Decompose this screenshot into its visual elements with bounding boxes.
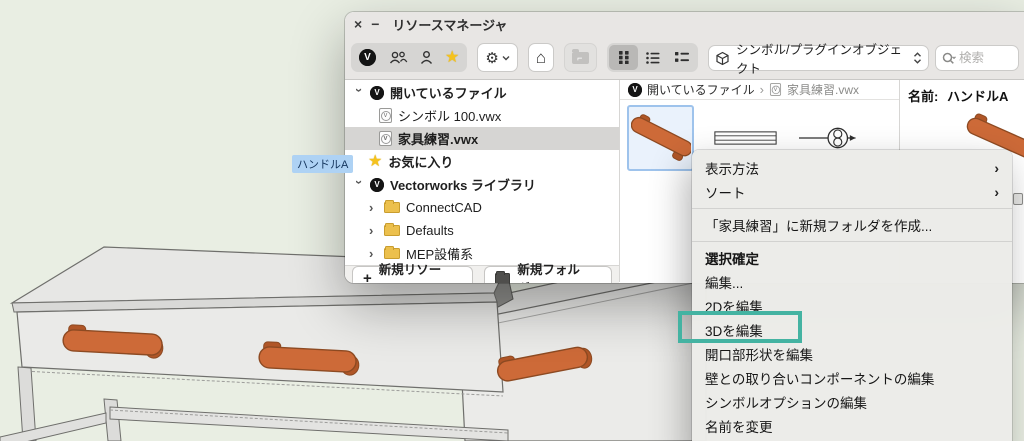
menu-item-edit-opening-shape[interactable]: 開口部形状を編集 (692, 342, 1012, 366)
menu-item-create-folder[interactable]: 「家具練習」に新規フォルダを作成... (692, 213, 1012, 237)
chevron-expanded-icon[interactable]: › (352, 88, 367, 97)
resource-type-label: シンボル/プラグインオブジェクト (736, 39, 907, 77)
plus-icon: + (363, 270, 372, 284)
tree-item-label: ConnectCAD (406, 200, 482, 215)
close-icon[interactable]: × (354, 17, 362, 31)
folder-icon (384, 248, 400, 259)
updown-chevrons-icon (913, 52, 922, 64)
sidebar-item-open-files[interactable]: › V 開いているファイル (345, 81, 619, 104)
workgroup-libraries-icon[interactable] (388, 50, 408, 65)
new-resource-button[interactable]: + 新規リソース... (352, 266, 473, 283)
grid-view-icon (618, 51, 630, 64)
resource-type-dropdown[interactable]: シンボル/プラグインオブジェクト (708, 45, 929, 71)
search-icon (942, 52, 956, 65)
tree-item-label: 開いているファイル (390, 83, 507, 102)
breadcrumb: V 開いているファイル › 家具練習.vwx (620, 80, 899, 100)
vwx-file-icon (379, 108, 392, 123)
tree-footer-bar: + 新規リソース... 新規フォルダ... (345, 265, 619, 283)
source-filter-group: V ★ (351, 43, 467, 72)
folder-up-icon: ⌐ (572, 52, 589, 64)
menu-separator (692, 208, 1012, 209)
new-folder-label: 新規フォルダ... (517, 259, 601, 283)
minimize-icon[interactable]: − (371, 17, 379, 31)
chevron-right-icon: › (994, 184, 999, 200)
sidebar-item-kagu-renshu-file[interactable]: 家具練習.vwx (345, 127, 619, 150)
view-mode-list[interactable] (638, 45, 667, 70)
chevron-collapsed-icon[interactable]: › (369, 246, 378, 261)
vwx-file-icon (379, 131, 392, 146)
chevron-expanded-icon[interactable]: › (352, 180, 367, 189)
partial-resource-icon (1013, 193, 1023, 205)
window-titlebar[interactable]: × − リソースマネージャ (345, 12, 1024, 36)
view-mode-thumbnails[interactable] (609, 45, 638, 70)
sidebar-item-favorites[interactable]: ★ お気に入り (345, 150, 619, 173)
symbol-2d-lines-preview (714, 128, 777, 148)
search-field[interactable] (935, 45, 1019, 71)
symbol-thumb-handle-a[interactable] (627, 105, 694, 171)
vectorworks-icon: V (370, 178, 384, 192)
menu-separator (692, 241, 1012, 242)
chevron-collapsed-icon[interactable]: › (369, 200, 378, 215)
name-value: ハンドルA (947, 89, 1008, 104)
annotation-highlight (678, 311, 802, 343)
view-mode-segmented-control (607, 43, 698, 72)
detail-view-icon (675, 52, 689, 63)
menu-item-rename[interactable]: 名前を変更 (692, 414, 1012, 438)
vwx-file-icon (770, 83, 781, 96)
menu-item-sort[interactable]: ソート › (692, 180, 1012, 204)
home-icon: ⌂ (536, 48, 546, 68)
star-icon: ★ (368, 154, 382, 170)
toolbar: V ★ ⚙ ⌂ (345, 36, 1024, 80)
list-view-icon (646, 52, 660, 64)
new-folder-button[interactable]: 新規フォルダ... (484, 266, 612, 283)
home-button[interactable]: ⌂ (528, 43, 554, 72)
window-title: リソースマネージャ (392, 15, 507, 34)
tree-item-label: Defaults (406, 223, 454, 238)
menu-item-edit-symbol-options[interactable]: シンボルオプションの編集 (692, 390, 1012, 414)
menu-item-view-options[interactable]: 表示方法 › (692, 156, 1012, 180)
chevron-down-icon (502, 55, 510, 61)
symbol-name-tag[interactable]: ハンドルA (292, 155, 353, 173)
vectorworks-icon: V (370, 86, 384, 100)
sidebar-item-defaults[interactable]: › Defaults (345, 219, 619, 242)
file-tree-pane: › V 開いているファイル シンボル 100.vwx 家具練習.vwx ★ (345, 80, 620, 282)
gear-icon: ⚙ (485, 49, 498, 67)
chevron-collapsed-icon[interactable]: › (369, 223, 378, 238)
sidebar-item-connectcad[interactable]: › ConnectCAD (345, 196, 619, 219)
tree-item-label: Vectorworks ライブラリ (390, 175, 536, 194)
name-label: 名前: (908, 89, 938, 104)
new-resource-label: 新規リソース... (379, 259, 462, 283)
folder-icon (384, 225, 400, 236)
breadcrumb-file[interactable]: 家具練習.vwx (787, 81, 859, 98)
view-mode-details[interactable] (667, 45, 696, 70)
folder-up-button[interactable]: ⌐ (564, 43, 597, 72)
context-menu: 表示方法 › ソート › 「家具練習」に新規フォルダを作成... 選択確定 編集… (692, 150, 1012, 441)
file-tree: › V 開いているファイル シンボル 100.vwx 家具練習.vwx ★ (345, 80, 619, 265)
tree-item-label: 家具練習.vwx (398, 129, 478, 148)
search-input[interactable] (959, 51, 1007, 65)
tree-item-label: シンボル 100.vwx (398, 106, 501, 125)
settings-button[interactable]: ⚙ (477, 43, 517, 72)
menu-item-edit-wall-component[interactable]: 壁との取り合いコンポーネントの編集 (692, 366, 1012, 390)
new-folder-icon (495, 273, 511, 284)
tree-item-label: お気に入り (388, 152, 453, 171)
chevron-right-icon: › (994, 160, 999, 176)
breadcrumb-chevron-icon: › (760, 82, 764, 97)
symbol-3d-handle-preview (631, 109, 691, 167)
vectorworks-icon: V (628, 83, 642, 97)
favorites-filter-icon[interactable]: ★ (445, 50, 459, 66)
symbol-cube-icon (715, 51, 730, 66)
sidebar-item-symbol100-file[interactable]: シンボル 100.vwx (345, 104, 619, 127)
vectorworks-libraries-icon[interactable]: V (359, 49, 376, 66)
user-libraries-icon[interactable] (420, 50, 433, 65)
folder-icon (384, 202, 400, 213)
menu-item-edit[interactable]: 編集... (692, 270, 1012, 294)
breadcrumb-root[interactable]: 開いているファイル (647, 81, 755, 98)
menu-item-confirm-selection[interactable]: 選択確定 (692, 246, 1012, 270)
sidebar-item-vectorworks-libraries[interactable]: › V Vectorworks ライブラリ (345, 173, 619, 196)
screenshot-root: × − リソースマネージャ V ★ ⚙ (0, 0, 1024, 441)
